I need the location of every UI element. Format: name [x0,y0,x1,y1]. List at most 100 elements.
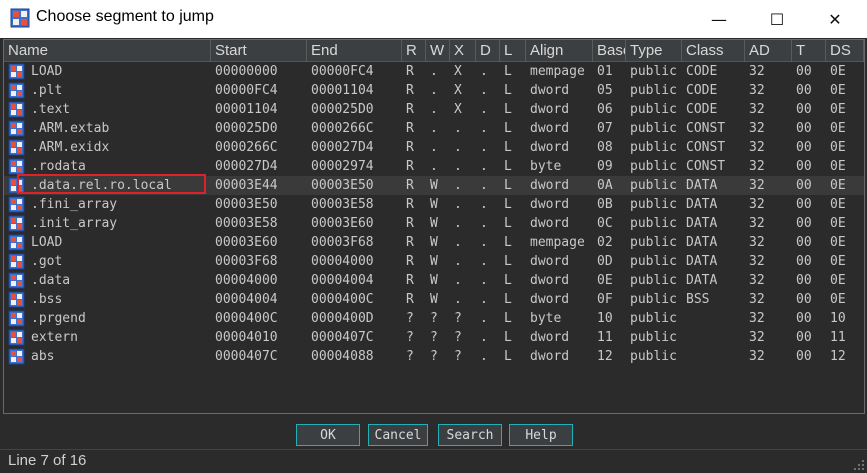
cell-w: W [430,292,438,307]
cell-align: dword [530,273,570,288]
column-header-w[interactable]: W [426,40,450,62]
table-row[interactable]: LOAD 00003E60 00003F68 R W.. Lmempage 02 public… [4,233,864,252]
cell-t: 00 [796,292,812,307]
cell-x: . [454,292,462,307]
column-header-l[interactable]: L [500,40,526,62]
cell-name: extern [31,330,78,345]
table-row[interactable]: .text 00001104 000025D0 R. X. Ldword 06 public C… [4,100,864,119]
close-button[interactable]: ✕ [812,0,858,38]
search-button[interactable]: Search [438,424,502,446]
maximize-button[interactable]: ☐ [754,0,800,38]
cell-w: W [430,235,438,250]
cell-ad: 32 [749,159,765,174]
cell-ds: 0E [830,178,846,193]
table-row[interactable]: .ARM.extab 000025D0 0000266C R... Ldword 07 pu… [4,119,864,138]
cell-w: ? [430,349,438,364]
table-row[interactable]: .bss 00004004 0000400C R W.. Ldword 0F public BS… [4,290,864,309]
cell-ds: 11 [830,330,846,345]
table-row[interactable]: .data.rel.ro.local 00003E44 00003E50 R W.. Ld… [4,176,864,195]
column-header-ds[interactable]: DS [826,40,864,62]
table-row[interactable]: .ARM.exidx 0000266C 000027D4 R... Ldword 08 pu… [4,138,864,157]
cell-align: dword [530,292,570,307]
cell-ds: 0E [830,216,846,231]
cell-d: . [480,159,488,174]
cell-type: public [630,178,677,193]
cell-d: . [480,311,488,326]
segment-table[interactable]: NameStartEndRWXDLAlignBaseTypeClassADTDS… [3,39,865,414]
table-row[interactable]: .init_array 00003E58 00003E60 R W.. Ldword 0C p… [4,214,864,233]
table-row[interactable]: .prgend 0000400C 0000400D???. Lbyte 10 public… [4,309,864,328]
column-header-d[interactable]: D [476,40,500,62]
cell-class: DATA [686,197,718,212]
ok-button[interactable]: OK [296,424,360,446]
cancel-button[interactable]: Cancel [368,424,428,446]
cell-start: 00000FC4 [215,83,278,98]
cell-ad: 32 [749,121,765,136]
table-row[interactable]: .got 00003F68 00004000 R W.. Ldword 0D public DA… [4,252,864,271]
cell-ds: 0E [830,83,846,98]
cell-ds: 0E [830,140,846,155]
cell-type: public [630,311,677,326]
cell-class [686,328,745,347]
cell-r: R [406,216,414,231]
minimize-button[interactable]: — [696,0,742,38]
cell-l: L [504,330,512,345]
cell-align: dword [530,254,570,269]
table-row[interactable]: .data 00004000 00004004 R W.. Ldword 0E public D… [4,271,864,290]
cell-r: R [406,159,414,174]
cell-x: . [454,235,462,250]
cell-ad: 32 [749,330,765,345]
table-row[interactable]: .rodata 000027D4 00002974 R... Lbyte 09 public… [4,157,864,176]
title-bar: Choose segment to jump — ☐ ✕ [0,0,867,38]
table-row[interactable]: LOAD 00000000 00000FC4 R. X. Lmempage 01 public… [4,62,864,81]
cell-class: CODE [686,102,718,117]
table-row[interactable]: abs 0000407C 00004088???. Ldword 12 public 32 0… [4,347,864,366]
cell-class [686,309,745,328]
cell-t: 00 [796,178,812,193]
cell-ds: 12 [830,349,846,364]
cell-r: R [406,102,414,117]
cell-base: 10 [597,311,613,326]
cell-w: W [430,273,438,288]
column-header-t[interactable]: T [792,40,826,62]
cell-start: 00003E44 [215,178,278,193]
cell-t: 00 [796,349,812,364]
column-header-align[interactable]: Align [526,40,593,62]
cell-end: 00003E60 [311,216,374,231]
cell-w: . [430,64,438,79]
cell-name: .bss [31,292,63,307]
cell-class: CONST [686,121,726,136]
segment-grid-icon [8,139,25,156]
cell-l: L [504,83,512,98]
table-row[interactable]: extern 00004010 0000407C???. Ldword 11 public… [4,328,864,347]
column-header-class[interactable]: Class [682,40,745,62]
cell-base: 0B [597,197,613,212]
column-header-name[interactable]: Name [4,40,211,62]
column-header-base[interactable]: Base [593,40,626,62]
cell-ad: 32 [749,197,765,212]
cell-start: 00001104 [215,102,278,117]
column-header-type[interactable]: Type [626,40,682,62]
cell-class: DATA [686,216,718,231]
cell-l: L [504,292,512,307]
cell-class: CONST [686,159,726,174]
column-header-x[interactable]: X [450,40,476,62]
column-header-r[interactable]: R [402,40,426,62]
column-header-end[interactable]: End [307,40,402,62]
table-row[interactable]: .plt 00000FC4 00001104 R. X. Ldword 05 public CO… [4,81,864,100]
cell-x: . [454,254,462,269]
help-button[interactable]: Help [509,424,573,446]
table-row[interactable]: .fini_array 00003E50 00003E58 R W.. Ldword 0B p… [4,195,864,214]
cell-d: . [480,121,488,136]
column-header-start[interactable]: Start [211,40,307,62]
close-icon: ✕ [828,9,842,29]
segment-grid-icon [8,272,25,289]
column-header-ad[interactable]: AD [745,40,792,62]
cell-ad: 32 [749,216,765,231]
resize-grip-icon[interactable] [853,459,865,471]
cell-class [686,347,745,366]
cell-base: 07 [597,121,613,136]
cell-ds: 0E [830,235,846,250]
cell-base: 09 [597,159,613,174]
cell-end: 00002974 [311,159,374,174]
